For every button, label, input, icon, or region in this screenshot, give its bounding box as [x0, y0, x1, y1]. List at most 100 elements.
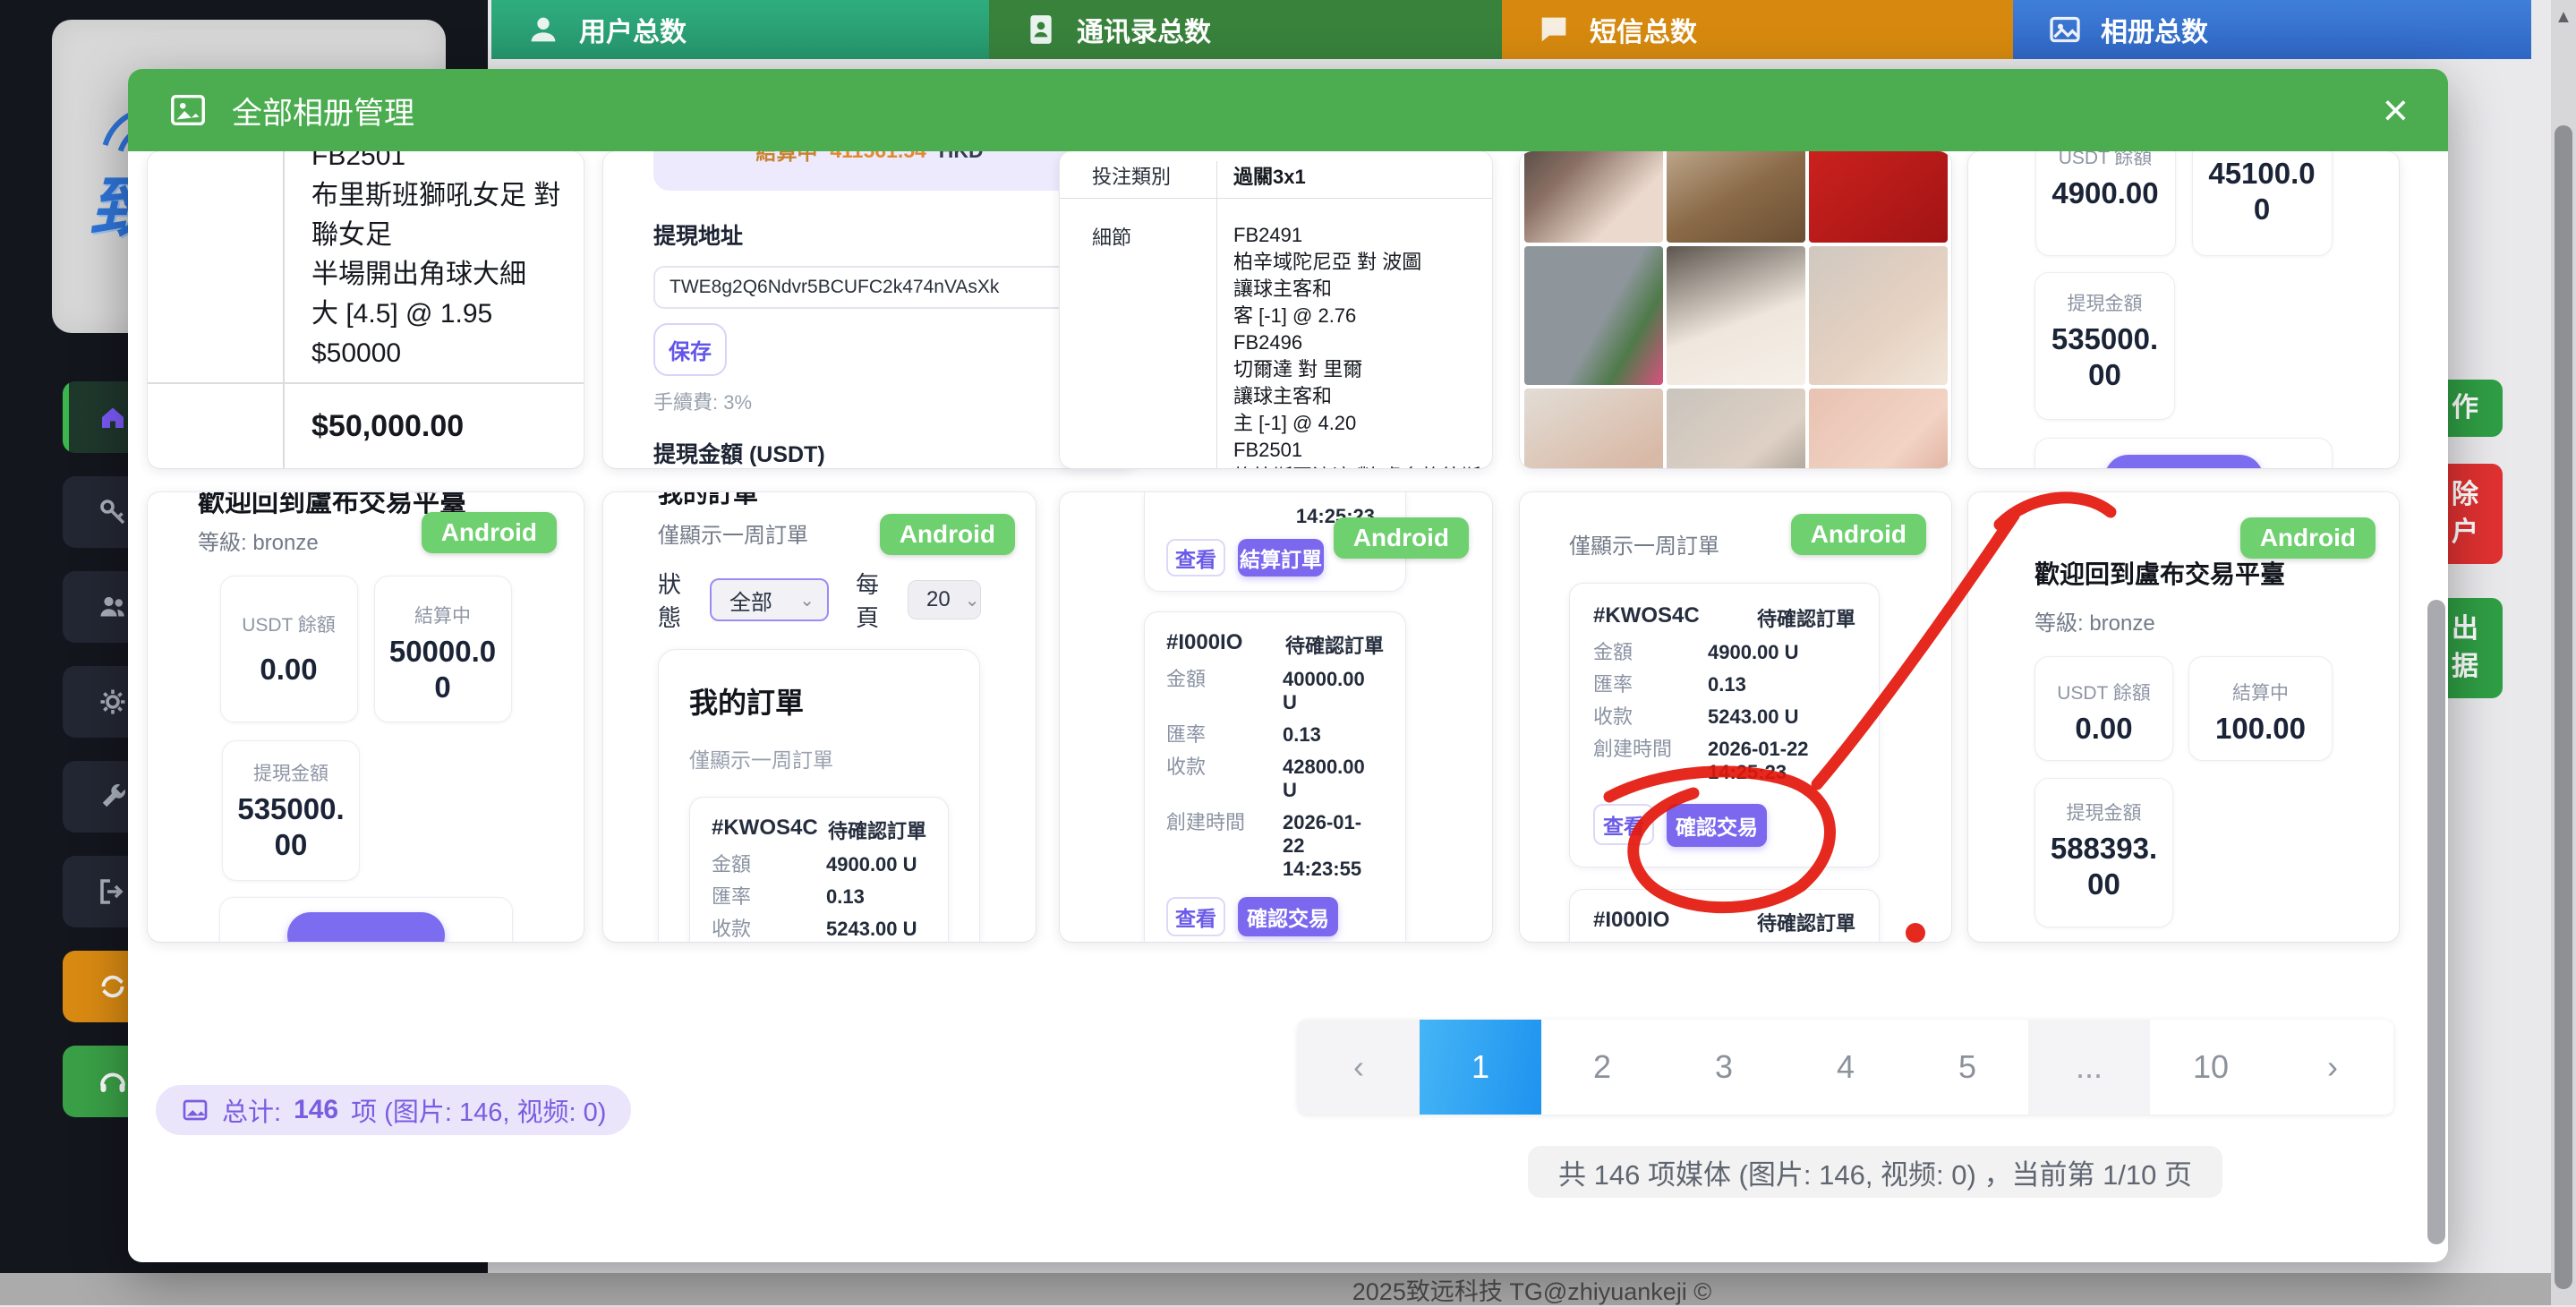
order-card[interactable]: #KWOS4C 待確認訂單 金額4900.00 U 匯率0.13 收款5243.… — [1569, 583, 1880, 867]
address-input[interactable] — [653, 266, 1086, 309]
modal-scrollbar-thumb[interactable] — [2427, 600, 2445, 1244]
media-card-my-orders[interactable]: Android 我的訂單 僅顯示一周訂單 狀態 全部 ⌄ 每頁 20 ⌄ — [603, 492, 1036, 942]
field-label: 收款 — [1166, 756, 1283, 802]
perpage-select[interactable]: 20 ⌄ — [908, 580, 981, 619]
photo-thumbnail[interactable] — [1524, 151, 1663, 243]
chip-value: 411561.54 — [830, 151, 925, 163]
close-icon[interactable]: × — [2383, 88, 2409, 132]
media-card-confirm-b[interactable]: Android 僅顯示一周訂單 #KWOS4C 待確認訂單 金額4900.00 … — [1520, 492, 1951, 942]
media-summary: 共 146 项媒体 (图片: 146, 视频: 0) ，当前第 1/10 页 — [1528, 1146, 2222, 1198]
detail-line: 切爾達 對 里爾 — [1233, 356, 1480, 383]
orders-title: 我的訂單 — [689, 680, 949, 722]
amount-label: 提現金額 (USDT) — [653, 437, 1086, 468]
bet-slip-left-col — [148, 384, 285, 468]
field-value: 5243.00 U — [826, 918, 926, 941]
confirm-trade-button[interactable]: 確認交易 — [1667, 804, 1767, 847]
pagination-page-10[interactable]: 10 — [2150, 1020, 2272, 1115]
photo-thumbnail[interactable] — [1809, 389, 1948, 468]
page-scrollbar[interactable]: ▲ — [2551, 0, 2576, 1305]
bet-total: $50,000.00 — [285, 384, 464, 468]
order-card[interactable]: #KWOS4C 待確認訂單 金額4900.00 U 匯率0.13 收款5243.… — [689, 797, 949, 942]
bet-category-label: 投注類別 — [1060, 161, 1217, 198]
pagination-next[interactable]: › — [2272, 1020, 2393, 1115]
field-value: 0.13 — [826, 885, 926, 909]
pagination-page-3[interactable]: 3 — [1663, 1020, 1785, 1115]
media-card-photo-grid[interactable] — [1520, 151, 1951, 468]
media-card-bet-detail[interactable]: 投注類別 過關3x1 細節 FB2491 柏辛域陀尼亞 對 波圖 讓球主客和 客… — [1060, 151, 1492, 468]
stat-card-sms[interactable]: 短信总数 — [1502, 0, 2026, 59]
footer-text: 2025致远科技 TG@zhiyuankeji © — [1352, 1272, 1711, 1307]
pagination-page-5[interactable]: 5 — [1906, 1020, 2028, 1115]
action-label: 除 — [2452, 476, 2478, 514]
chevron-down-icon: ⌄ — [799, 589, 815, 611]
field-value: 40000.00 U — [1283, 668, 1383, 714]
chevron-down-icon: ⌄ — [965, 589, 980, 611]
stat-card-label: 短信总数 — [1590, 10, 1697, 49]
chip-label: 結算中 — [755, 151, 817, 166]
field-value: 0.13 — [1283, 723, 1383, 747]
detail-line: FB2496 — [1233, 329, 1480, 356]
pagination-page-2[interactable]: 2 — [1541, 1020, 1663, 1115]
media-card-bet-slip[interactable]: FB2501 布里斯班獅吼女足 對 聯女足 半場開出角球大細 大 [4.5] @… — [148, 151, 584, 468]
view-button[interactable]: 查看 — [1593, 804, 1654, 845]
page-scrollbar-thumb[interactable] — [2555, 125, 2572, 1289]
media-card-withdraw-form[interactable]: 結算中 411561.54 HKD 提現地址 保存 手續費: 3% 提現金額 (… — [603, 151, 1136, 468]
bet-line: 聯女足 — [311, 216, 560, 255]
box-label: USDT 餘額 — [221, 585, 357, 637]
order-id: #I000IO — [1593, 908, 1669, 936]
stat-card-users[interactable]: 用户总数 — [491, 0, 1003, 59]
order-status: 待確認訂單 — [1757, 603, 1855, 632]
photo-thumbnail[interactable] — [1667, 246, 1805, 385]
refresh-icon — [97, 970, 129, 1003]
withdraw-amount-box: 提現金額 535000.00 — [222, 740, 360, 881]
pagination-prev[interactable]: ‹ — [1298, 1020, 1420, 1115]
stat-card-contacts[interactable]: 通讯录总数 — [989, 0, 1514, 59]
media-card-wallet[interactable]: USDT 餘額 4900.00 45100.00 提現金額 535000.00 — [1968, 151, 2399, 468]
order-status: 待確認訂單 — [1285, 630, 1384, 659]
field-label: 創建時間 — [1166, 811, 1283, 881]
usdt-balance-box: USDT 餘額 0.00 — [2034, 656, 2173, 761]
contacts-icon — [1023, 12, 1059, 47]
photo-thumbnail[interactable] — [1524, 246, 1663, 385]
confirm-trade-button[interactable]: 確認交易 — [1238, 897, 1338, 936]
settling-chip: 結算中 411561.54 HKD — [653, 151, 1086, 191]
box-label: USDT 餘額 — [2035, 666, 2172, 705]
android-badge: Android — [880, 514, 1015, 555]
photo-thumbnail[interactable] — [1524, 389, 1663, 468]
album-icon — [2047, 12, 2083, 47]
order-card-next[interactable]: #I000IO 待確認訂單 — [1569, 889, 1880, 942]
pagination: ‹ 1 2 3 4 5 ... 10 › — [1298, 1020, 2393, 1115]
settle-order-button[interactable]: 結算訂單 — [1238, 539, 1324, 577]
pagination-page-4[interactable]: 4 — [1785, 1020, 1906, 1115]
usdt-balance-box: USDT 餘額 4900.00 — [2035, 151, 2176, 256]
view-button[interactable]: 查看 — [1166, 539, 1225, 577]
view-button[interactable]: 查看 — [1166, 897, 1225, 936]
media-card-confirm-a[interactable]: Android 14:25:23 查看 結算訂單 #I000IO 待確認訂單 金… — [1060, 492, 1492, 942]
status-select[interactable]: 全部 ⌄ — [710, 578, 829, 621]
scroll-up-icon[interactable]: ▲ — [2551, 7, 2576, 28]
photo-thumbnail[interactable] — [1667, 389, 1805, 468]
photo-thumbnail[interactable] — [1809, 246, 1948, 385]
gear-icon — [97, 686, 129, 718]
save-button[interactable]: 保存 — [653, 323, 727, 376]
photo-thumbnail[interactable] — [1809, 151, 1948, 243]
user-icon — [525, 12, 561, 47]
stat-card-albums[interactable]: 相册总数 — [2013, 0, 2531, 59]
box-label: 結算中 — [375, 585, 511, 628]
settling-box: 結算中 50000.00 — [374, 576, 512, 722]
key-icon — [97, 496, 129, 528]
perpage-select-value: 20 — [926, 587, 951, 612]
detail-line: 柏辛域陀尼亞 對 波圖 — [1233, 249, 1480, 276]
stat-card-label: 用户总数 — [579, 10, 687, 49]
media-card-platform-b[interactable]: Android 歡迎回到盧布交易平臺 等級: bronze USDT 餘額 0.… — [1968, 492, 2399, 942]
primary-button[interactable] — [2104, 455, 2264, 468]
field-label: 匯率 — [712, 885, 826, 909]
field-label: 金額 — [712, 853, 826, 876]
photo-thumbnail[interactable] — [1667, 151, 1805, 243]
primary-button[interactable] — [287, 912, 445, 942]
order-card[interactable]: #I000IO 待確認訂單 金額40000.00 U 匯率0.13 收款4280… — [1144, 611, 1406, 942]
media-card-platform-a[interactable]: Android 歡迎回到盧布交易平臺 等級: bronze USDT 餘額 0.… — [148, 492, 584, 942]
users-icon — [97, 591, 129, 623]
android-badge: Android — [2240, 517, 2376, 559]
pagination-page-1[interactable]: 1 — [1420, 1020, 1541, 1115]
